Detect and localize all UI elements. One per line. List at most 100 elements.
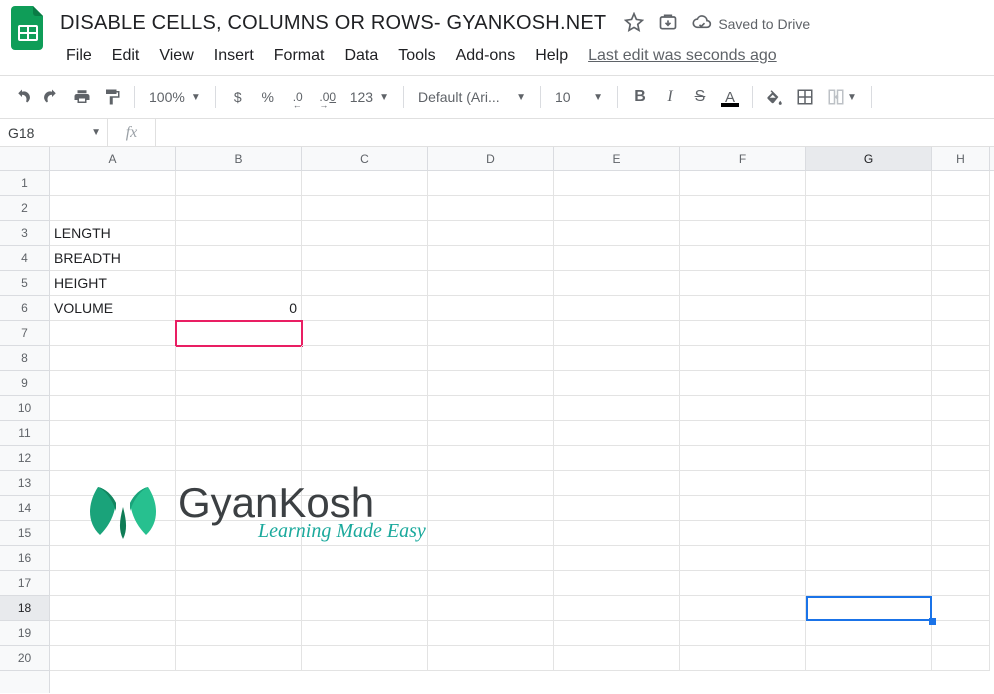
cell[interactable] — [680, 321, 806, 346]
cell[interactable] — [176, 371, 302, 396]
row-header[interactable]: 2 — [0, 196, 49, 221]
cell[interactable] — [302, 221, 428, 246]
cell[interactable] — [176, 221, 302, 246]
cell[interactable] — [554, 496, 680, 521]
cell[interactable]: VOLUME — [50, 296, 176, 321]
cell[interactable] — [176, 471, 302, 496]
menu-file[interactable]: File — [56, 43, 102, 69]
cell[interactable] — [554, 646, 680, 671]
cell[interactable] — [428, 521, 554, 546]
cell[interactable] — [428, 271, 554, 296]
cell[interactable] — [554, 321, 680, 346]
cell[interactable] — [428, 221, 554, 246]
cell[interactable] — [806, 496, 932, 521]
cell[interactable] — [554, 196, 680, 221]
cell[interactable] — [302, 296, 428, 321]
cell[interactable] — [932, 171, 990, 196]
select-all-corner[interactable] — [0, 147, 50, 171]
cell[interactable] — [302, 346, 428, 371]
cell[interactable] — [428, 621, 554, 646]
cell[interactable] — [680, 421, 806, 446]
redo-button[interactable] — [38, 83, 66, 111]
col-header-d[interactable]: D — [428, 147, 554, 170]
menu-help[interactable]: Help — [525, 43, 578, 69]
col-header-c[interactable]: C — [302, 147, 428, 170]
cell[interactable] — [680, 196, 806, 221]
cell[interactable] — [680, 271, 806, 296]
cell[interactable] — [428, 396, 554, 421]
cell[interactable] — [932, 271, 990, 296]
cell[interactable] — [176, 321, 302, 346]
row-header[interactable]: 20 — [0, 646, 49, 671]
cell[interactable] — [176, 346, 302, 371]
cell[interactable] — [932, 321, 990, 346]
cell[interactable] — [428, 496, 554, 521]
col-header-f[interactable]: F — [680, 147, 806, 170]
cell[interactable] — [806, 546, 932, 571]
cell[interactable] — [176, 246, 302, 271]
menu-insert[interactable]: Insert — [204, 43, 264, 69]
format-percent-button[interactable]: % — [254, 83, 282, 111]
cell[interactable] — [554, 221, 680, 246]
cell[interactable] — [176, 396, 302, 421]
row-header[interactable]: 7 — [0, 321, 49, 346]
doc-title[interactable]: DISABLE CELLS, COLUMNS OR ROWS- GYANKOSH… — [56, 10, 610, 37]
cell[interactable] — [176, 271, 302, 296]
cell[interactable] — [680, 371, 806, 396]
cell[interactable] — [50, 396, 176, 421]
cell[interactable] — [428, 471, 554, 496]
cell[interactable] — [932, 371, 990, 396]
cell[interactable] — [176, 496, 302, 521]
cell[interactable] — [932, 496, 990, 521]
cell[interactable] — [428, 196, 554, 221]
print-button[interactable] — [68, 83, 96, 111]
cell[interactable] — [680, 646, 806, 671]
merge-cells-button[interactable]: ▼ — [821, 88, 863, 106]
cell[interactable] — [428, 296, 554, 321]
cell[interactable] — [680, 346, 806, 371]
cell[interactable] — [554, 621, 680, 646]
row-header[interactable]: 1 — [0, 171, 49, 196]
row-header[interactable]: 13 — [0, 471, 49, 496]
cell[interactable] — [680, 396, 806, 421]
cell[interactable] — [302, 171, 428, 196]
cell[interactable] — [932, 346, 990, 371]
cell[interactable] — [806, 246, 932, 271]
cell[interactable] — [680, 471, 806, 496]
cell[interactable] — [302, 471, 428, 496]
cell[interactable] — [806, 171, 932, 196]
row-header[interactable]: 16 — [0, 546, 49, 571]
cell[interactable] — [428, 171, 554, 196]
cell[interactable] — [302, 421, 428, 446]
cell[interactable] — [680, 571, 806, 596]
bold-button[interactable]: B — [626, 83, 654, 111]
cell[interactable] — [50, 596, 176, 621]
cell[interactable] — [680, 171, 806, 196]
cell[interactable] — [302, 496, 428, 521]
cell[interactable] — [806, 196, 932, 221]
cell[interactable] — [680, 296, 806, 321]
cell[interactable] — [50, 446, 176, 471]
cell[interactable] — [50, 546, 176, 571]
cell[interactable] — [176, 621, 302, 646]
cell[interactable] — [932, 221, 990, 246]
cell[interactable] — [176, 446, 302, 471]
zoom-select[interactable]: 100% ▼ — [143, 89, 207, 105]
cell[interactable] — [50, 521, 176, 546]
cell[interactable] — [932, 596, 990, 621]
row-header[interactable]: 15 — [0, 521, 49, 546]
menu-data[interactable]: Data — [334, 43, 388, 69]
undo-button[interactable] — [8, 83, 36, 111]
cell[interactable] — [176, 171, 302, 196]
cell[interactable] — [302, 596, 428, 621]
paint-format-button[interactable] — [98, 83, 126, 111]
cell[interactable] — [50, 421, 176, 446]
cell[interactable] — [554, 446, 680, 471]
cell[interactable] — [554, 571, 680, 596]
cell[interactable] — [554, 271, 680, 296]
cell[interactable] — [554, 371, 680, 396]
more-formats-button[interactable]: 123 ▼ — [344, 89, 395, 105]
cell[interactable] — [428, 421, 554, 446]
cell[interactable] — [50, 171, 176, 196]
cell[interactable] — [554, 296, 680, 321]
